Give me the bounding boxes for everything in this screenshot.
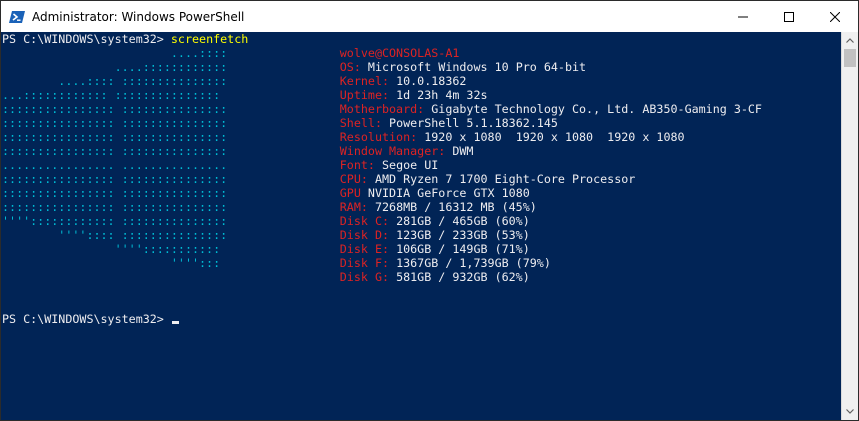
info-value: 106GB / 149GB (71%)	[396, 242, 530, 256]
logo-art: :::::::::::::::: :::::::::::::::	[2, 186, 340, 200]
maximize-button[interactable]	[766, 1, 812, 32]
logo-art: ....::::::::::::	[2, 60, 340, 74]
info-line: :::::::::::::::: ::::::::::::::: GPU NVI…	[2, 186, 530, 200]
logo-art: :::::::::::::::: :::::::::::::::	[2, 116, 340, 130]
maximize-icon	[784, 11, 794, 22]
info-value: 1d 23h 4m 32s	[396, 88, 488, 102]
minimize-button[interactable]	[720, 1, 766, 32]
info-key: Kernel:	[339, 74, 397, 88]
close-button[interactable]	[812, 1, 858, 32]
logo-art: ....::::	[2, 46, 340, 60]
info-key: Disk E:	[339, 242, 397, 256]
info-value: Microsoft Windows 10 Pro 64-bit	[367, 60, 587, 74]
scroll-thumb[interactable]	[844, 49, 856, 67]
info-key: Disk G:	[339, 270, 397, 284]
info-line: :::::::::::::::: ::::::::::::::: Motherb…	[2, 102, 762, 116]
user-host: wolve@CONSOLAS-A1	[339, 46, 460, 60]
info-key: GPU	[339, 186, 368, 200]
info-line: :::::::::::::::: ::::::::::::::: Resolut…	[2, 130, 685, 144]
info-key: Motherboard:	[339, 102, 432, 116]
info-value: 1920 x 1080 1920 x 1080 1920 x 1080	[424, 130, 685, 144]
info-line: '''':::: ::::::::::::::: Disk D: 123GB /…	[2, 228, 530, 242]
info-value: NVIDIA GeForce GTX 1080	[367, 186, 530, 200]
logo-art: ................ ...............	[2, 158, 340, 172]
info-value: 1367GB / 1,739GB (79%)	[396, 256, 551, 270]
prompt-line: PS C:\WINDOWS\system32>	[2, 312, 179, 326]
powershell-icon	[9, 10, 25, 23]
info-line: ....:::: wolve@CONSOLAS-A1	[2, 46, 460, 60]
scroll-down-button[interactable]	[842, 403, 858, 420]
info-line: ....:::: ::::::::::::::: Kernel: 10.0.18…	[2, 74, 466, 88]
info-value: 281GB / 465GB (60%)	[396, 214, 530, 228]
vertical-scrollbar[interactable]	[841, 32, 858, 420]
info-line: ................ ............... Font: S…	[2, 158, 438, 172]
info-key: Shell:	[339, 116, 390, 130]
info-value: Gigabyte Technology Co., Ltd. AB350-Gami…	[431, 102, 762, 116]
info-key: RAM:	[339, 200, 375, 214]
info-value: 123GB / 233GB (53%)	[396, 228, 530, 242]
info-value: DWM	[452, 144, 474, 158]
info-key: Disk D:	[339, 228, 397, 242]
logo-art: ....:::: :::::::::::::::	[2, 74, 340, 88]
command-text: screenfetch	[170, 32, 249, 46]
info-line: ''''::: Disk F: 1367GB / 1,739GB (79%)	[2, 256, 551, 270]
info-key: Disk F:	[339, 256, 397, 270]
info-line: ....:::::::::::: OS: Microsoft Windows 1…	[2, 60, 586, 74]
info-key: CPU:	[339, 172, 375, 186]
logo-art: '''':::::::::::	[2, 242, 340, 256]
info-key: Uptime:	[339, 88, 397, 102]
info-value: PowerShell 5.1.18362.145	[389, 116, 558, 130]
info-line: :::::::::::::::: ::::::::::::::: RAM: 72…	[2, 200, 537, 214]
info-line: ...:::::::::::: ::::::::::::::: Uptime: …	[2, 88, 488, 102]
prompt: PS C:\WINDOWS\system32>	[2, 32, 171, 46]
info-line: '''':::::::::::: ::::::::::::::: Disk C:…	[2, 214, 530, 228]
chevron-up-icon	[846, 38, 854, 43]
info-value: 581GB / 932GB (62%)	[396, 270, 530, 284]
logo-art: :::::::::::::::: :::::::::::::::	[2, 130, 340, 144]
close-icon	[830, 11, 840, 22]
command-line: PS C:\WINDOWS\system32> screenfetch	[2, 32, 248, 46]
logo-art: '''':::: :::::::::::::::	[2, 228, 340, 242]
logo-art: :::::::::::::::: :::::::::::::::	[2, 144, 340, 158]
logo-art: ...:::::::::::: :::::::::::::::	[2, 88, 340, 102]
info-line: ''''::::::::::: Disk E: 106GB / 149GB (7…	[2, 242, 530, 256]
info-line: :::::::::::::::: ::::::::::::::: Shell: …	[2, 116, 558, 130]
console-output[interactable]: PS C:\WINDOWS\system32> screenfetch ....…	[1, 32, 841, 420]
info-line: :::::::::::::::: ::::::::::::::: CPU: AM…	[2, 172, 635, 186]
title-bar[interactable]: Administrator: Windows PowerShell	[1, 1, 858, 32]
info-key: Window Manager:	[339, 144, 453, 158]
chevron-down-icon	[846, 409, 854, 414]
logo-art	[2, 270, 340, 284]
info-key: OS:	[339, 60, 368, 74]
info-value: AMD Ryzen 7 1700 Eight-Core Processor	[374, 172, 636, 186]
minimize-icon	[738, 16, 748, 17]
window-title: Administrator: Windows PowerShell	[32, 9, 245, 24]
logo-art: :::::::::::::::: :::::::::::::::	[2, 102, 340, 116]
info-value: 7268MB / 16312 MB (45%)	[374, 200, 537, 214]
info-key: Font:	[339, 158, 382, 172]
scroll-up-button[interactable]	[842, 32, 858, 49]
info-value: Segoe UI	[382, 158, 439, 172]
info-value: 10.0.18362	[396, 74, 467, 88]
text-cursor	[171, 321, 179, 324]
info-key: Disk C:	[339, 214, 397, 228]
powershell-window: Administrator: Windows PowerShell PS C:\…	[0, 0, 859, 421]
info-key: Resolution:	[339, 130, 425, 144]
prompt: PS C:\WINDOWS\system32>	[2, 312, 171, 326]
logo-art: :::::::::::::::: :::::::::::::::	[2, 172, 340, 186]
logo-art: '''':::::::::::: :::::::::::::::	[2, 214, 340, 228]
info-line: :::::::::::::::: ::::::::::::::: Window …	[2, 144, 473, 158]
info-line: Disk G: 581GB / 932GB (62%)	[2, 270, 530, 284]
logo-art: '''':::	[2, 256, 340, 270]
logo-art: :::::::::::::::: :::::::::::::::	[2, 200, 340, 214]
